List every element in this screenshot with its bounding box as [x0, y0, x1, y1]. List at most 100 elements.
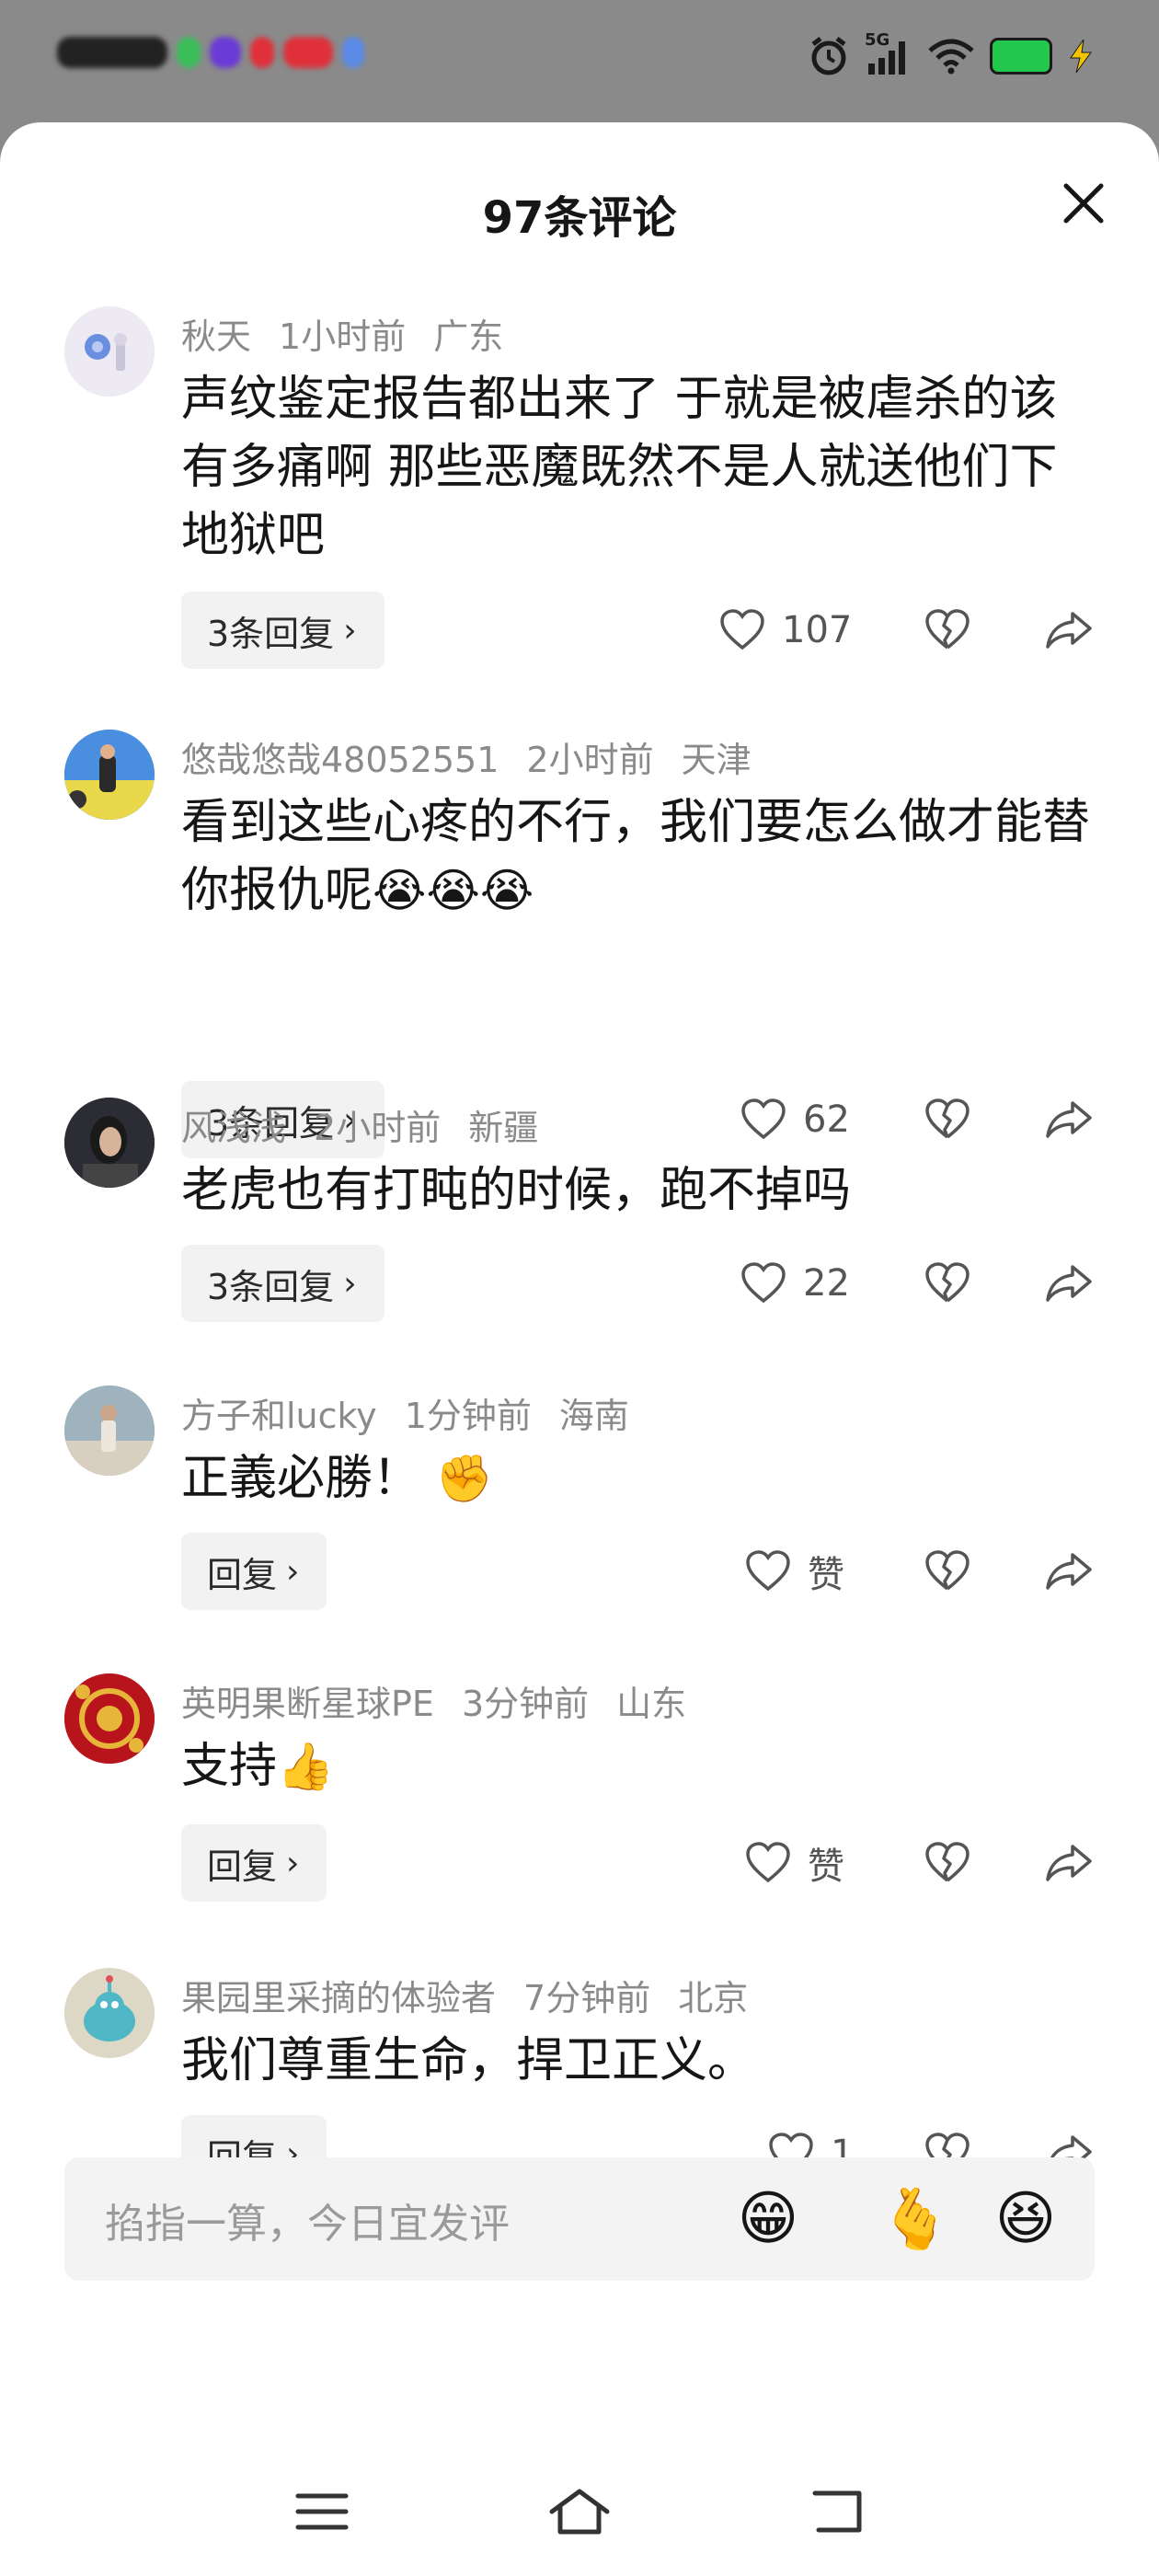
dislike-button[interactable]	[920, 1824, 975, 1902]
share-button[interactable]	[1041, 1081, 1096, 1158]
share-icon	[1046, 1845, 1092, 1881]
status-bar-blurred-info	[57, 37, 364, 68]
blurred-time	[57, 37, 167, 68]
broken-heart-icon	[925, 1098, 970, 1139]
fist-emoji: ✊	[435, 1452, 493, 1505]
comment-location: 广东	[433, 316, 504, 357]
comment-location: 山东	[616, 1684, 687, 1724]
laughing-emoji-button[interactable]: 😆	[984, 2178, 1067, 2260]
comment-meta: 风浅浅 2小时前 新疆	[181, 1099, 566, 1150]
system-nav-bar	[0, 2438, 1159, 2576]
finger-heart-emoji-button[interactable]: 🫰	[874, 2178, 957, 2260]
comment-text: 老虎也有打盹的时候，跑不掉吗	[181, 1156, 1101, 1225]
comment-username[interactable]: 果园里采摘的体验者	[181, 1978, 496, 2018]
comment-username[interactable]: 悠哉悠哉48052551	[181, 740, 499, 780]
heart-icon	[741, 1098, 786, 1140]
like-button[interactable]: 赞	[745, 1533, 844, 1610]
share-icon	[1046, 1265, 1092, 1302]
home-icon	[549, 2489, 610, 2535]
share-button[interactable]	[1041, 1824, 1096, 1902]
comment-username[interactable]: 英明果断星球PE	[181, 1684, 434, 1724]
comment-time: 2小时前	[526, 740, 654, 780]
share-button[interactable]	[1041, 592, 1096, 669]
heart-icon	[746, 1550, 790, 1592]
like-button[interactable]: 赞	[745, 1824, 844, 1902]
like-count: 赞	[808, 1554, 844, 1596]
comment-username[interactable]: 秋天	[181, 316, 251, 357]
like-button[interactable]: 107	[719, 592, 852, 669]
share-button[interactable]	[1041, 1533, 1096, 1610]
comment-text-body: 看到这些心疼的不行，我们要怎么做才能替你报仇呢	[181, 795, 1091, 918]
share-icon	[1046, 612, 1092, 649]
comment-time: 1分钟前	[404, 1396, 532, 1436]
alarm-icon	[811, 37, 846, 75]
comment-text: 支持👍	[181, 1732, 1101, 1800]
like-button[interactable]: 62	[740, 1081, 850, 1158]
back-nav-button[interactable]	[800, 2475, 874, 2548]
heart-icon	[720, 609, 764, 650]
avatar[interactable]	[64, 1098, 155, 1188]
avatar[interactable]	[64, 306, 155, 397]
signal-icon: 5G	[865, 32, 912, 76]
comment-time: 1小时前	[279, 316, 407, 357]
crying-emoji: 😭😭😭	[373, 864, 534, 917]
grin-emoji-button[interactable]: 😁	[727, 2178, 809, 2260]
thumbs-up-emoji: 👍	[277, 1740, 335, 1793]
comment-text-body: 正義必勝！	[181, 1451, 421, 1506]
broken-heart-icon	[925, 1550, 970, 1591]
comment-username[interactable]: 方子和lucky	[181, 1396, 377, 1436]
dislike-button[interactable]	[920, 1081, 975, 1158]
comment-text: 看到这些心疼的不行，我们要怎么做才能替你报仇呢😭😭😭	[181, 788, 1101, 925]
heart-icon	[746, 1842, 790, 1883]
like-count: 107	[782, 609, 853, 651]
like-count: 22	[803, 1262, 850, 1305]
broken-heart-icon	[925, 609, 970, 650]
comment-meta: 方子和lucky 1分钟前 海南	[181, 1387, 657, 1438]
share-icon	[1046, 1553, 1092, 1590]
dislike-button[interactable]	[920, 1533, 975, 1610]
comment-location: 天津	[681, 740, 752, 780]
comment-text-body: 我们尊重生命，捍卫正义。	[181, 2033, 756, 2088]
like-count: 赞	[808, 1846, 844, 1888]
back-icon	[812, 2490, 862, 2533]
status-bar: 5G	[0, 0, 1159, 124]
comment-meta: 秋天 1小时前 广东	[181, 308, 531, 359]
comment-meta: 英明果断星球PE 3分钟前 山东	[181, 1675, 714, 1726]
close-icon	[1063, 183, 1104, 224]
avatar[interactable]	[64, 1386, 155, 1476]
dislike-button[interactable]	[920, 592, 975, 669]
broken-heart-icon	[925, 1842, 970, 1882]
heart-icon	[741, 1262, 786, 1304]
broken-heart-icon	[925, 1262, 970, 1303]
like-button[interactable]: 22	[740, 1245, 850, 1322]
notification-icon	[250, 37, 274, 68]
comment-text-body: 支持	[181, 1739, 278, 1794]
avatar[interactable]	[64, 1673, 155, 1764]
comment-meta: 果园里采摘的体验者 7分钟前 北京	[181, 1970, 775, 2020]
share-button[interactable]	[1041, 1245, 1096, 1322]
comment-username[interactable]: 风浅浅	[181, 1108, 286, 1148]
menu-icon	[295, 2493, 349, 2530]
comment-time: 2小时前	[314, 1108, 442, 1148]
comment-input-bar[interactable]: 掐指一算，今日宜发评 😁 🫰 😆	[64, 2157, 1095, 2281]
wifi-icon	[928, 39, 974, 75]
menu-nav-button[interactable]	[285, 2475, 359, 2548]
dislike-button[interactable]	[920, 1245, 975, 1322]
comment-text: 声纹鉴定报告都出来了 于就是被虐杀的该有多痛啊 那些恶魔既然不是人就送他们下地狱…	[181, 365, 1101, 569]
notification-icon	[342, 37, 364, 68]
comment-input-placeholder: 掐指一算，今日宜发评	[105, 2201, 510, 2248]
comment-meta: 悠哉悠哉48052551 2小时前 天津	[181, 731, 779, 782]
avatar[interactable]	[64, 730, 155, 820]
comment-text-body: 老虎也有打盹的时候，跑不掉吗	[181, 1163, 852, 1218]
close-button[interactable]	[1056, 176, 1111, 231]
comment-location: 海南	[558, 1396, 629, 1436]
home-nav-button[interactable]	[543, 2475, 616, 2548]
battery-icon	[990, 38, 1052, 75]
charging-icon	[1070, 39, 1092, 74]
like-count: 62	[803, 1098, 850, 1141]
notification-icon	[283, 37, 333, 68]
comment-location: 新疆	[468, 1108, 539, 1148]
notification-icon	[177, 37, 201, 68]
comments-title: 97条评论	[482, 192, 677, 244]
avatar[interactable]	[64, 1968, 155, 2058]
